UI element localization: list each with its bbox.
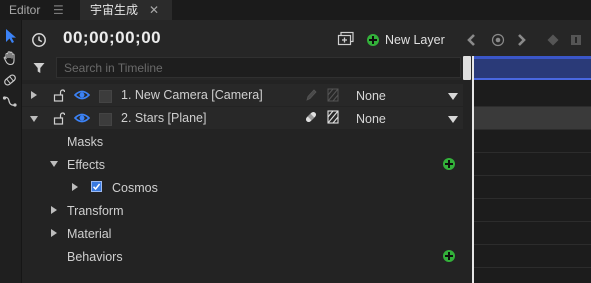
property-transform[interactable]: Transform [67,204,124,218]
collapse-effects-icon[interactable] [50,161,58,167]
parent-value: None [356,112,386,126]
bandage-mask-icon[interactable] [304,110,318,124]
label-color-swatch[interactable] [99,90,112,103]
property-masks[interactable]: Masks [67,135,103,149]
layer-track-bar[interactable] [474,107,591,129]
track-divider [474,152,591,153]
bandage-tool-icon[interactable] [2,72,18,88]
expand-layer-camera-icon[interactable] [31,91,37,99]
next-keyframe-icon[interactable] [514,33,528,47]
keyframe-toggle-icon[interactable] [491,33,505,47]
track-divider [474,175,591,176]
chevron-down-icon [448,116,458,123]
property-behaviors[interactable]: Behaviors [67,250,123,264]
previous-keyframe-icon[interactable] [465,33,479,47]
time-ruler[interactable] [473,56,591,80]
timecode-display[interactable]: 00;00;00;00 [63,28,161,48]
visibility-eye-icon[interactable] [74,112,90,124]
path-tool-icon[interactable] [2,94,18,110]
new-layer-add-icon[interactable] [367,34,379,46]
filter-icon[interactable] [32,61,46,75]
add-behavior-icon[interactable] [443,250,455,262]
visibility-eye-icon[interactable] [74,89,90,101]
timeline-track-area[interactable] [472,56,591,283]
close-tab-icon[interactable]: ✕ [149,0,159,20]
clock-icon[interactable] [31,32,47,48]
diamond-keyframe-icon[interactable] [546,33,560,47]
tab-editor-label: Editor [9,3,41,17]
search-input[interactable] [57,58,454,77]
layer-name-stars[interactable]: 2. Stars [Plane] [121,111,206,125]
checkmark-icon [92,183,101,191]
new-layer-button[interactable]: New Layer [385,33,445,47]
scroll-thumb[interactable] [463,56,471,80]
collapse-layer-stars-icon[interactable] [30,116,38,122]
parent-value: None [356,89,386,103]
chevron-down-icon [448,93,458,100]
parent-dropdown-camera[interactable]: None [353,87,460,105]
track-divider [474,244,591,245]
effect-cosmos[interactable]: Cosmos [112,181,158,195]
hand-pan-icon[interactable] [2,50,18,66]
add-composition-icon[interactable] [337,31,355,47]
expand-cosmos-icon[interactable] [72,183,78,191]
work-area-bar[interactable] [473,78,591,80]
unlock-icon[interactable] [53,89,65,102]
tab-active-label: 宇宙生成 [90,3,139,17]
blend-mode-icon[interactable] [327,110,339,124]
unlock-icon[interactable] [53,112,65,125]
expand-material-icon[interactable] [51,229,57,237]
hamburger-menu-icon[interactable]: ☰ [53,0,64,20]
property-effects[interactable]: Effects [67,158,105,172]
track-divider [474,221,591,222]
time-ruler-top-edge [473,56,591,59]
property-material[interactable]: Material [67,227,111,241]
label-color-swatch[interactable] [99,113,112,126]
cosmos-enabled-checkbox[interactable] [91,181,102,192]
parent-dropdown-stars[interactable]: None [353,110,460,128]
blend-mode-icon[interactable] [327,88,339,102]
layer-name-camera[interactable]: 1. New Camera [Camera] [121,88,263,102]
tab-editor[interactable]: Editor ☰ [0,0,73,20]
track-divider [474,198,591,199]
playhead[interactable] [472,56,474,283]
track-divider [474,129,591,130]
pen-icon[interactable] [305,88,317,102]
pause-icon[interactable] [570,33,582,47]
tab-universe-generation[interactable]: 宇宙生成 ✕ [80,0,172,20]
track-divider [474,267,591,268]
search-box[interactable] [56,57,461,78]
select-arrow-icon[interactable] [3,28,19,44]
expand-transform-icon[interactable] [51,206,57,214]
add-effect-icon[interactable] [443,158,455,170]
